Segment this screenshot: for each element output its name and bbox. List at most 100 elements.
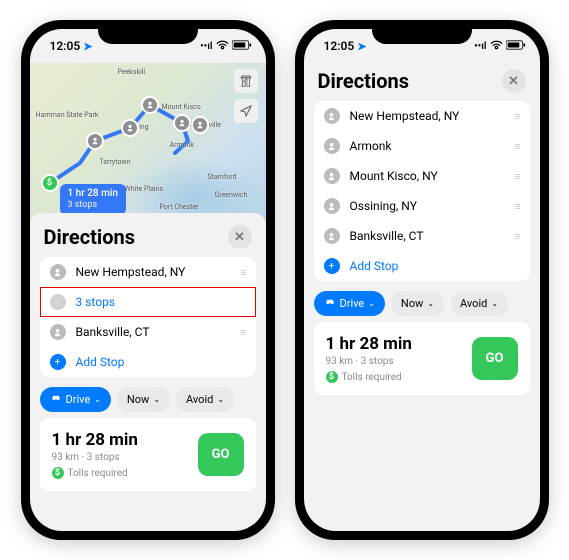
screen: 12:05 ➤ ••ıl Directions ✕ (304, 29, 540, 531)
route-summary-tag[interactable]: 1 hr 28 min 3 stops (60, 184, 126, 215)
notch (372, 20, 472, 44)
map-label: Harriman State Park (36, 111, 99, 119)
tolls-icon: $ (326, 371, 338, 383)
chevron-down-icon: ⌄ (217, 395, 224, 404)
tolls-label: Tolls required (68, 468, 128, 479)
add-stop-button[interactable]: + Add Stop (40, 347, 256, 377)
status-time: 12:05 ➤ (50, 39, 93, 53)
transport-mode-button[interactable]: Drive ⌄ (314, 291, 385, 316)
drag-handle-icon[interactable]: ≡ (514, 110, 519, 123)
route-waypoint-pin[interactable] (191, 116, 209, 134)
route-waypoint-pin[interactable] (141, 96, 159, 114)
drag-handle-icon[interactable]: ≡ (240, 326, 245, 339)
avoid-options-button[interactable]: Avoid ⌄ (176, 387, 234, 412)
stops-list-expanded: New Hempstead, NY ≡ Armonk ≡ Mount Kisco… (314, 101, 530, 281)
person-icon (50, 324, 66, 340)
chevron-down-icon: ⌄ (491, 299, 498, 308)
status-time: 12:05 ➤ (324, 39, 367, 53)
person-icon (324, 138, 340, 154)
stop-row-destination[interactable]: Banksville, CT ≡ (40, 317, 256, 347)
transport-mode-button[interactable]: Drive ⌄ (40, 387, 111, 412)
add-stop-button[interactable]: + Add Stop (314, 251, 530, 281)
route-waypoint-pin[interactable] (86, 132, 104, 150)
stop-label: Mount Kisco, NY (350, 169, 438, 183)
add-stop-label: Add Stop (76, 355, 125, 369)
stop-row[interactable]: New Hempstead, NY ≡ (314, 101, 530, 131)
route-waypoint-pin[interactable] (173, 114, 191, 132)
screen: 12:05 ➤ ••ıl Peekskill Harriman State Pa… (30, 29, 266, 531)
stop-row[interactable]: Banksville, CT ≡ (314, 221, 530, 251)
close-button[interactable]: ✕ (228, 225, 252, 249)
avoid-label: Avoid (460, 297, 487, 310)
clock-text: 12:05 (324, 39, 355, 53)
summary-tolls: $ Tolls required (326, 371, 412, 383)
route-summary-card: 1 hr 28 min 93 km · 3 stops $ Tolls requ… (314, 322, 530, 395)
go-button[interactable]: GO (198, 433, 244, 476)
sheet-title: Directions (44, 225, 135, 249)
map-label: White Plains (125, 185, 164, 193)
stop-label: New Hempstead, NY (76, 265, 186, 279)
add-stop-label: Add Stop (350, 259, 399, 273)
now-label: Now (127, 393, 149, 406)
person-icon (324, 198, 340, 214)
close-button[interactable]: ✕ (502, 69, 526, 93)
locate-me-button[interactable] (234, 99, 258, 123)
route-start-pin[interactable] (41, 174, 59, 192)
stop-label: New Hempstead, NY (350, 109, 460, 123)
plus-icon: + (324, 258, 340, 274)
car-icon (50, 392, 62, 407)
person-icon (324, 168, 340, 184)
drag-handle-icon[interactable]: ≡ (514, 230, 519, 243)
stop-label: Banksville, CT (350, 229, 424, 243)
battery-icon (506, 40, 526, 53)
route-summary-card: 1 hr 28 min 93 km · 3 stops $ Tolls requ… (40, 418, 256, 491)
map-label: Peekskill (118, 68, 146, 76)
stop-label: Ossining, NY (350, 199, 417, 213)
route-waypoint-pin[interactable] (121, 119, 139, 137)
drag-handle-icon[interactable]: ≡ (514, 140, 519, 153)
summary-distance: 93 km · 3 stops (52, 452, 138, 463)
cellular-icon: ••ıl (474, 41, 486, 52)
map-label: Greenwich (215, 191, 248, 199)
stop-label: Banksville, CT (76, 325, 150, 339)
drag-handle-icon[interactable]: ≡ (514, 200, 519, 213)
map-view[interactable]: Peekskill Harriman State Park Mount Kisc… (30, 63, 266, 223)
status-icons: ••ıl (474, 40, 525, 53)
drag-handle-icon[interactable]: ≡ (514, 170, 519, 183)
phone-right: 12:05 ➤ ••ıl Directions ✕ (295, 20, 549, 540)
avoid-options-button[interactable]: Avoid ⌄ (450, 291, 508, 316)
stop-row[interactable]: Ossining, NY ≡ (314, 191, 530, 221)
map-label: Stamford (208, 173, 237, 181)
plus-icon: + (50, 354, 66, 370)
tolls-label: Tolls required (342, 372, 402, 383)
depart-time-button[interactable]: Now ⌄ (117, 387, 170, 412)
stop-row[interactable]: Armonk ≡ (314, 131, 530, 161)
stop-row[interactable]: Mount Kisco, NY ≡ (314, 161, 530, 191)
chevron-down-icon: ⌄ (153, 395, 160, 404)
now-label: Now (401, 297, 423, 310)
waypoint-icon: ◦ (50, 294, 66, 310)
battery-icon (232, 40, 252, 53)
stop-row-origin[interactable]: New Hempstead, NY ≡ (40, 257, 256, 287)
chevron-down-icon: ⌄ (427, 299, 434, 308)
drag-handle-icon[interactable]: ≡ (240, 266, 245, 279)
location-services-icon: ➤ (83, 40, 92, 53)
stops-list: New Hempstead, NY ≡ ◦ 3 stops Banksville… (40, 257, 256, 377)
person-icon (324, 228, 340, 244)
stop-row-collapsed-stops[interactable]: ◦ 3 stops (40, 287, 256, 317)
status-icons: ••ıl (200, 40, 251, 53)
wifi-icon (216, 40, 229, 53)
tolls-icon: $ (52, 467, 64, 479)
chevron-down-icon: ⌄ (94, 395, 101, 404)
route-options: Drive ⌄ Now ⌄ Avoid ⌄ (314, 281, 530, 322)
route-tag-time: 1 hr 28 min (68, 188, 118, 200)
map-label: Port Chester (160, 203, 199, 211)
stop-label: Armonk (350, 139, 392, 153)
go-button[interactable]: GO (472, 337, 518, 380)
stop-label: 3 stops (76, 295, 116, 309)
map-mode-button[interactable] (234, 69, 258, 93)
wifi-icon (490, 40, 503, 53)
depart-time-button[interactable]: Now ⌄ (391, 291, 444, 316)
car-icon (324, 296, 336, 311)
notch (98, 20, 198, 44)
